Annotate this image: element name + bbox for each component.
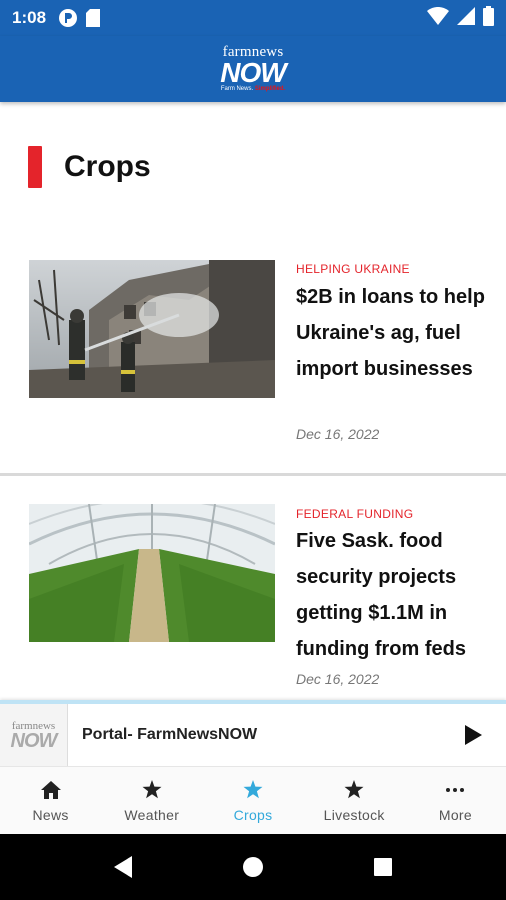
article-divider (0, 473, 506, 476)
tab-label: Livestock (323, 806, 385, 823)
app-bar: farmnews NOW Farm News. Simplified. (0, 36, 506, 102)
article-category: HELPING UKRAINE (296, 262, 410, 276)
article-date: Dec 16, 2022 (296, 671, 380, 687)
tab-weather[interactable]: Weather (101, 767, 202, 834)
home-icon (40, 779, 61, 801)
signal-icon (457, 6, 475, 30)
star-icon (344, 779, 364, 801)
tab-label: News (32, 806, 69, 823)
notification-icon (58, 8, 78, 28)
star-icon (243, 779, 263, 801)
farmnewsnow-logo[interactable]: farmnews NOW Farm News. Simplified. (211, 45, 295, 93)
page-title: Crops (64, 150, 151, 183)
star-icon (142, 779, 162, 801)
player-logo: farmnews NOW (0, 704, 68, 766)
tab-label: More (438, 806, 472, 823)
back-icon[interactable] (58, 855, 188, 879)
article-category: FEDERAL FUNDING (296, 507, 414, 521)
wifi-icon (427, 6, 449, 30)
sd-card-icon (86, 9, 101, 27)
article-title[interactable]: Five Sask. food security projects gettin… (296, 523, 496, 667)
article-title[interactable]: $2B in loans to help Ukraine's ag, fuel … (296, 279, 496, 387)
more-dots-icon (445, 779, 465, 801)
tab-crops[interactable]: Crops (202, 767, 303, 834)
tab-label: Weather (124, 806, 180, 823)
status-bar: 1:08 (0, 0, 506, 36)
section-accent-bar (28, 146, 42, 188)
player-title[interactable]: Portal- FarmNewsNOW (82, 726, 257, 744)
section-header: Crops (28, 146, 151, 188)
system-nav-bar (0, 834, 506, 900)
tab-label: Crops (233, 806, 273, 823)
tab-livestock[interactable]: Livestock (304, 767, 405, 834)
audio-player[interactable]: farmnews NOW Portal- FarmNewsNOW (0, 700, 506, 766)
home-circle-icon[interactable] (188, 856, 318, 878)
status-time: 1:08 (12, 8, 47, 27)
logo-tagline: Farm News. Simplified. (220, 86, 286, 92)
article-thumbnail[interactable] (29, 504, 275, 642)
article-thumbnail[interactable] (29, 260, 275, 398)
tab-news[interactable]: News (0, 767, 101, 834)
play-icon[interactable] (458, 720, 488, 750)
article-date: Dec 16, 2022 (296, 426, 380, 442)
logo-main-text: NOW (220, 57, 286, 88)
battery-icon (483, 5, 494, 31)
tab-more[interactable]: More (405, 767, 506, 834)
bottom-tab-bar: News Weather Crops Livestock More (0, 766, 506, 834)
recents-icon[interactable] (318, 857, 448, 877)
